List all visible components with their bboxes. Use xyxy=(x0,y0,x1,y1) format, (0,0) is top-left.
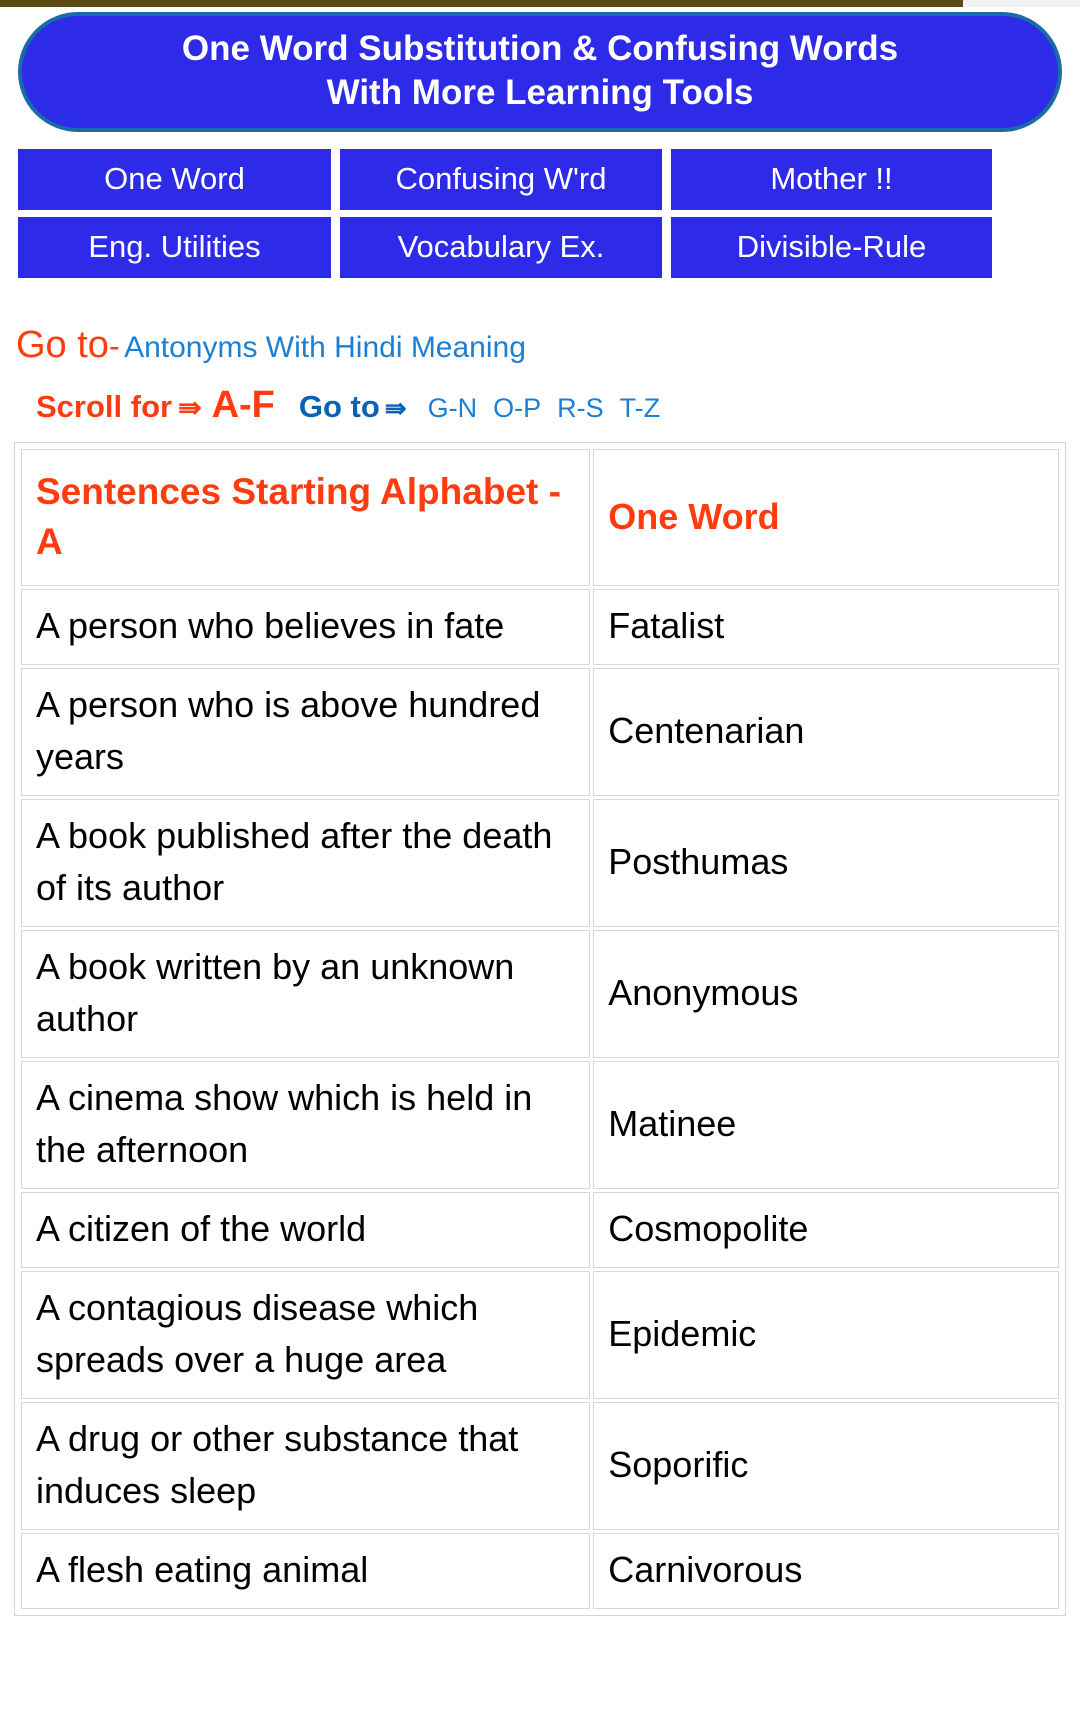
page-title-line-2: With More Learning Tools xyxy=(326,73,754,112)
sentence-cell: A book written by an unknown author xyxy=(21,930,591,1058)
table-row: A flesh eating animal Carnivorous xyxy=(21,1533,1059,1609)
table-row: A drug or other substance that induces s… xyxy=(21,1402,1059,1530)
nav-button-divisible-rule[interactable]: Divisible-Rule xyxy=(671,217,992,278)
sentence-cell: A book published after the death of its … xyxy=(21,799,591,927)
table-row: A person who believes in fate Fatalist xyxy=(21,589,1059,665)
goto-label-secondary: Go to xyxy=(298,389,380,424)
one-word-cell: Carnivorous xyxy=(593,1533,1059,1609)
page-title-line-1: One Word Substitution & Confusing Words xyxy=(181,29,899,68)
table-row: A cinema show which is held in the after… xyxy=(21,1061,1059,1189)
double-arrow-right-icon-2: ⇛ xyxy=(384,393,407,423)
primary-nav-grid: One Word Confusing W'rd Mother !! Eng. U… xyxy=(18,149,1062,278)
goto-dash: - xyxy=(108,328,120,364)
table-row: A contagious disease which spreads over … xyxy=(21,1271,1059,1399)
goto-label: Go to xyxy=(16,324,109,366)
sentence-cell: A person who is above hundred years xyxy=(21,668,591,796)
system-status-strip xyxy=(0,0,1080,7)
sentence-cell: A drug or other substance that induces s… xyxy=(21,1402,591,1530)
range-link-o-p[interactable]: O-P xyxy=(493,393,541,423)
table-row: A book published after the death of its … xyxy=(21,799,1059,927)
one-word-cell: Soporific xyxy=(593,1402,1059,1530)
system-status-strip-fill xyxy=(0,0,963,7)
range-link-t-z[interactable]: T-Z xyxy=(620,393,661,423)
page-title-banner: One Word Substitution & Confusing Words … xyxy=(18,12,1062,132)
range-link-g-n[interactable]: G-N xyxy=(428,393,478,423)
alphabet-range-nav: Scroll for ⇛ A-F Go to ⇛ G-N O-P R-S T-Z xyxy=(36,386,1080,424)
range-link-r-s[interactable]: R-S xyxy=(557,393,604,423)
goto-antonyms-row: Go to- Antonyms With Hindi Meaning xyxy=(16,326,1080,364)
one-word-table: Sentences Starting Alphabet - A One Word… xyxy=(18,446,1062,1612)
page-content: One Word Substitution & Confusing Words … xyxy=(0,7,1080,1616)
double-arrow-right-icon: ⇛ xyxy=(178,392,202,423)
table-row: A book written by an unknown author Anon… xyxy=(21,930,1059,1058)
table-header-row: Sentences Starting Alphabet - A One Word xyxy=(21,449,1059,586)
one-word-cell: Centenarian xyxy=(593,668,1059,796)
one-word-table-container: Sentences Starting Alphabet - A One Word… xyxy=(14,442,1066,1616)
sentence-cell: A person who believes in fate xyxy=(21,589,591,665)
table-row: A person who is above hundred years Cent… xyxy=(21,668,1059,796)
current-range-a-f: A-F xyxy=(211,384,275,426)
one-word-cell: Posthumas xyxy=(593,799,1059,927)
column-header-sentences: Sentences Starting Alphabet - A xyxy=(21,449,591,586)
one-word-cell: Matinee xyxy=(593,1061,1059,1189)
sentence-cell: A flesh eating animal xyxy=(21,1533,591,1609)
one-word-cell: Anonymous xyxy=(593,930,1059,1058)
column-header-one-word: One Word xyxy=(593,449,1059,586)
nav-button-confusing-word[interactable]: Confusing W'rd xyxy=(340,149,662,210)
table-row: A citizen of the world Cosmopolite xyxy=(21,1192,1059,1268)
nav-button-eng-utilities[interactable]: Eng. Utilities xyxy=(18,217,331,278)
nav-button-mother[interactable]: Mother !! xyxy=(671,149,992,210)
one-word-cell: Epidemic xyxy=(593,1271,1059,1399)
nav-button-vocabulary-ex[interactable]: Vocabulary Ex. xyxy=(340,217,662,278)
nav-button-one-word[interactable]: One Word xyxy=(18,149,331,210)
scroll-for-label: Scroll for xyxy=(36,389,173,424)
one-word-cell: Cosmopolite xyxy=(593,1192,1059,1268)
one-word-cell: Fatalist xyxy=(593,589,1059,665)
sentence-cell: A cinema show which is held in the after… xyxy=(21,1061,591,1189)
goto-link-antonyms-hindi[interactable]: Antonyms With Hindi Meaning xyxy=(124,331,526,364)
sentence-cell: A contagious disease which spreads over … xyxy=(21,1271,591,1399)
sentence-cell: A citizen of the world xyxy=(21,1192,591,1268)
